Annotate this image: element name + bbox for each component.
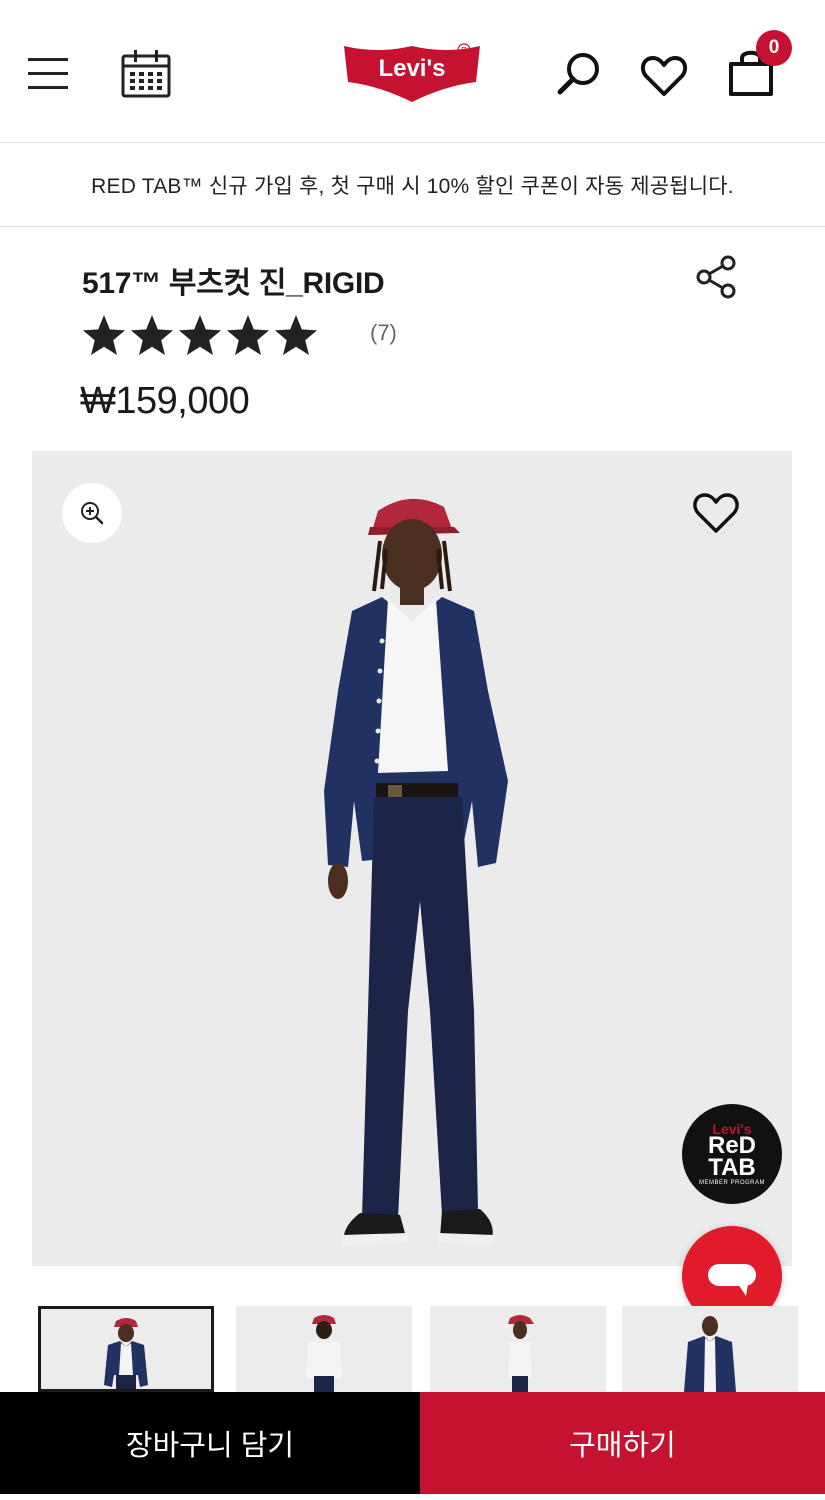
svg-text:Levi's: Levi's	[378, 55, 445, 82]
thumbnail-model-detail	[684, 1316, 736, 1392]
review-count[interactable]: (7)	[370, 320, 397, 346]
product-price: ₩159,000	[80, 380, 250, 422]
bottom-action-bar: 장바구니 담기 구매하기	[0, 1392, 825, 1494]
hamburger-menu-icon[interactable]	[26, 52, 70, 94]
levis-logo[interactable]: Levi's R	[342, 42, 482, 104]
red-tab-title-line2: TAB	[708, 1154, 756, 1181]
add-to-cart-button[interactable]: 장바구니 담기	[0, 1392, 420, 1494]
thumbnail-model-back	[306, 1315, 342, 1392]
thumbnail-3[interactable]	[430, 1306, 606, 1392]
top-header: Levi's R 0	[0, 0, 825, 143]
calendar-icon[interactable]	[120, 48, 172, 100]
thumbnail-1[interactable]	[38, 1306, 214, 1392]
star-icon	[131, 315, 173, 355]
thumbnail-model-side	[508, 1315, 534, 1392]
product-title: 517™ 부츠컷 진_RIGID	[82, 267, 385, 300]
promo-banner[interactable]: RED TAB™ 신규 가입 후, 첫 구매 시 10% 할인 쿠폰이 자동 제…	[0, 143, 825, 227]
product-main-image[interactable]	[32, 451, 792, 1266]
thumbnail-strip	[38, 1306, 825, 1394]
star-icon	[83, 315, 125, 355]
red-tab-badge[interactable]: Levi's ReD TAB MEMBER PROGRAM	[682, 1104, 782, 1204]
search-icon[interactable]	[556, 50, 604, 98]
rating-stars[interactable]	[80, 312, 320, 360]
red-tab-subtitle: MEMBER PROGRAM	[698, 1180, 765, 1186]
zoom-in-icon	[81, 502, 104, 525]
wishlist-heart-icon[interactable]	[692, 491, 740, 535]
model-photo	[324, 498, 508, 1245]
share-icon[interactable]	[694, 254, 740, 300]
cart-count-badge: 0	[756, 30, 792, 66]
star-icon	[227, 315, 269, 355]
buy-now-button[interactable]: 구매하기	[420, 1392, 825, 1494]
heart-icon[interactable]	[640, 54, 688, 98]
star-icon	[275, 315, 317, 355]
star-icon	[179, 315, 221, 355]
thumbnail-model-front	[104, 1318, 148, 1389]
thumbnail-2[interactable]	[236, 1306, 412, 1392]
thumbnail-4[interactable]	[622, 1306, 798, 1392]
zoom-button[interactable]	[62, 483, 122, 543]
svg-text:R: R	[461, 46, 467, 55]
